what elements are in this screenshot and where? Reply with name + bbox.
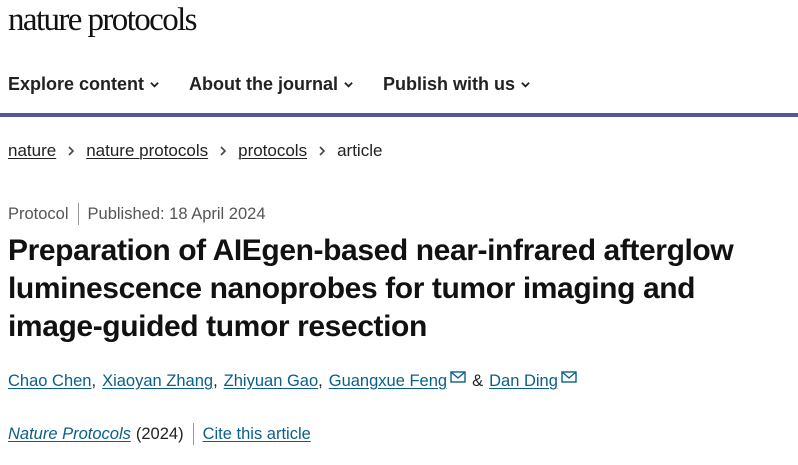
author-list: Chao Chen, Xiaoyan Zhang, Zhiyuan Gao, G… (8, 370, 577, 391)
nav-publish-with-us[interactable]: Publish with us (383, 74, 530, 95)
author-link[interactable]: Guangxue Feng (329, 372, 447, 391)
breadcrumb: nature nature protocols protocols articl… (8, 141, 382, 161)
title-line: Preparation of AIEgen-based near-infrare… (8, 234, 734, 267)
author-ampersand: & (472, 372, 484, 390)
nav-explore-content[interactable]: Explore content (8, 74, 159, 95)
site-logo[interactable]: nature protocols (8, 2, 198, 39)
author-link[interactable]: Chao Chen (8, 372, 91, 391)
publication-year: (2024) (135, 424, 184, 443)
citation-bar: Nature Protocols (2024) Cite this articl… (8, 423, 311, 445)
article-type: Protocol (8, 204, 69, 223)
breadcrumb-protocols[interactable]: protocols (238, 141, 307, 161)
chevron-right-icon (319, 146, 326, 156)
nav-label: About the journal (189, 74, 339, 94)
author-separator: , (91, 372, 97, 390)
author-link[interactable]: Xiaoyan Zhang (102, 372, 213, 391)
journal-link[interactable]: Nature Protocols (8, 425, 131, 444)
title-line: luminescence nanoprobes for tumor imagin… (8, 272, 696, 305)
chevron-down-icon (521, 82, 530, 88)
chevron-down-icon (344, 82, 353, 88)
author-link[interactable]: Zhiyuan Gao (224, 372, 318, 391)
breadcrumb-current: article (337, 141, 383, 160)
mail-icon[interactable] (450, 370, 466, 383)
author-separator: , (213, 372, 218, 390)
chevron-down-icon (150, 82, 159, 88)
nav-label: Publish with us (383, 74, 516, 94)
author-separator: , (318, 372, 323, 390)
chevron-right-icon (220, 146, 227, 156)
breadcrumb-nature-protocols[interactable]: nature protocols (86, 141, 208, 161)
article-meta: Protocol Published: 18 April 2024 (8, 203, 266, 225)
chevron-right-icon (68, 146, 75, 156)
published-date: Published: 18 April 2024 (87, 204, 266, 223)
header-divider (0, 113, 798, 117)
cite-article-link[interactable]: Cite this article (203, 425, 311, 444)
main-nav: Explore content About the journal Publis… (8, 74, 530, 95)
nav-label: Explore content (8, 74, 145, 94)
nav-about-journal[interactable]: About the journal (189, 74, 353, 95)
mail-icon[interactable] (561, 370, 577, 383)
meta-divider (77, 203, 79, 225)
breadcrumb-nature[interactable]: nature (8, 141, 56, 161)
title-line: image-guided tumor resection (8, 310, 427, 343)
article-title: Preparation of AIEgen-based near-infrare… (8, 232, 798, 346)
author-link[interactable]: Dan Ding (489, 372, 558, 391)
cite-divider (192, 423, 194, 445)
